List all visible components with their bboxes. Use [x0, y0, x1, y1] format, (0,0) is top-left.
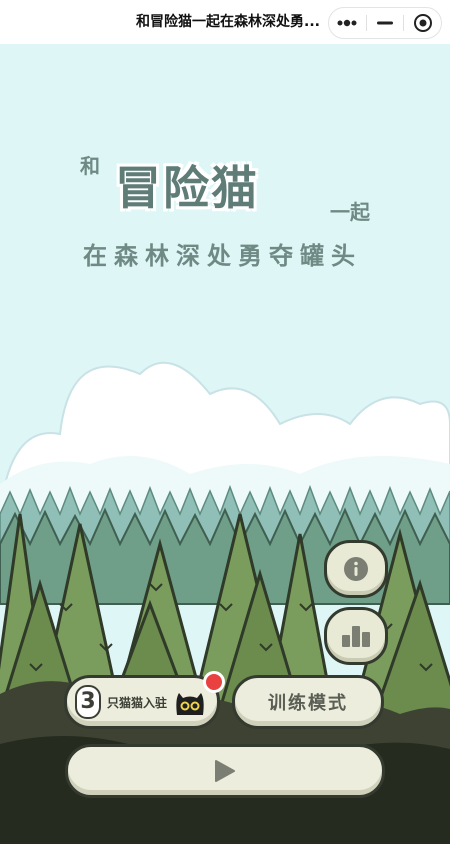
play-button[interactable] [65, 744, 385, 798]
cat-count: 3 [75, 685, 101, 719]
play-icon [215, 760, 235, 782]
cats-residence-button[interactable]: 3 只猫猫入驻 [64, 675, 220, 729]
minimize-icon[interactable] [367, 8, 404, 38]
more-dots-icon[interactable] [329, 8, 366, 38]
bar-chart-icon [342, 626, 370, 647]
game-subtitle: 在森林深处勇夺罐头 [83, 242, 362, 270]
top-bar: 和冒险猫一起在森林深处勇... [0, 0, 450, 44]
info-icon [344, 557, 368, 581]
black-cat-icon [176, 693, 204, 715]
cats-label: 只猫猫入驻 [107, 695, 168, 710]
leaderboard-button[interactable] [324, 607, 388, 665]
mini-program-capsule [328, 7, 442, 39]
info-button[interactable] [324, 540, 388, 598]
training-mode-label: 训练模式 [268, 693, 348, 714]
title-suffix: 一起 [330, 200, 370, 224]
training-mode-button[interactable]: 训练模式 [232, 675, 384, 729]
notification-dot [203, 671, 225, 693]
target-close-icon[interactable] [404, 8, 441, 38]
game-title-main: 冒险猫 [115, 161, 259, 215]
title-prefix: 和 [80, 154, 100, 178]
